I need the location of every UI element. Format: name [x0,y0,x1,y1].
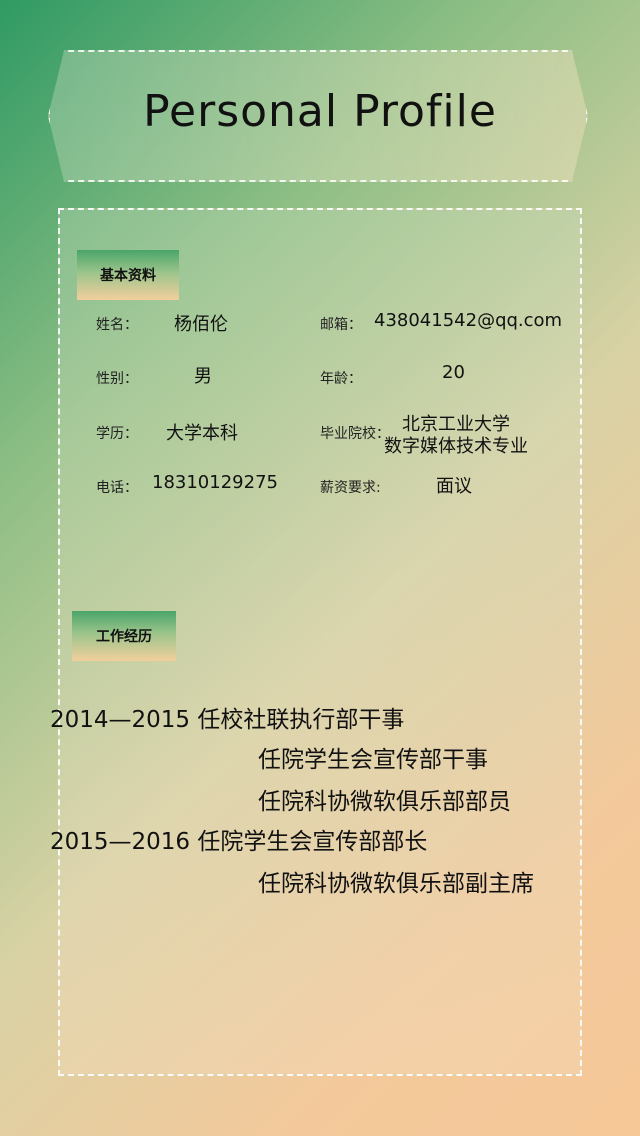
work-line: 2014—2015 任校社联执行部干事 [50,707,405,733]
age-label: 年龄： [320,371,362,387]
email-label: 邮箱： [320,317,362,333]
name-label: 姓名： [96,317,138,333]
age-value: 20 [442,362,465,383]
phone-value: 18310129275 [152,472,278,493]
gender-label: 性别： [96,371,138,387]
phone-label: 电话： [96,480,138,496]
work-line: 任院科协微软俱乐部部员 [258,789,511,815]
school-value-line2: 数字媒体技术专业 [384,436,528,457]
section-tag-basic-info: 基本资料 [77,250,179,300]
gender-value: 男 [194,366,212,387]
education-label: 学历： [96,426,138,442]
page-title: Personal Profile [143,86,497,137]
work-line: 任院科协微软俱乐部副主席 [258,871,534,897]
work-line: 任院学生会宣传部干事 [258,747,488,773]
section-tag-work-experience: 工作经历 [72,611,176,661]
salary-label: 薪资要求: [320,480,381,496]
email-value: 438041542@qq.com [374,310,563,331]
salary-value: 面议 [436,476,472,497]
school-label: 毕业院校： [320,426,390,442]
name-value: 杨佰伦 [174,314,228,335]
education-value: 大学本科 [166,423,238,444]
work-line: 2015—2016 任院学生会宣传部部长 [50,829,428,855]
